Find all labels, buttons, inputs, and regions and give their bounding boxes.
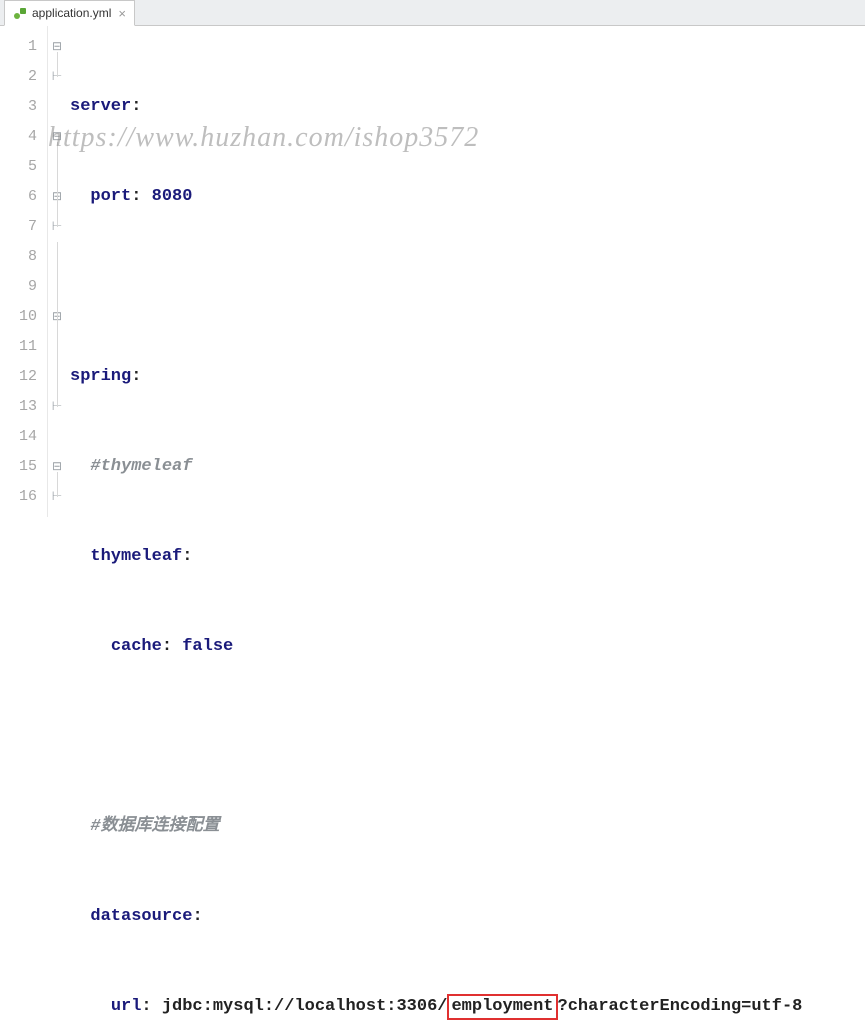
code-area[interactable]: server: port: 8080 spring: #thymeleaf th…	[66, 26, 865, 517]
fold-toggle-icon[interactable]: ⊟	[48, 32, 66, 62]
line-number: 12	[0, 362, 37, 392]
line-number: 7	[0, 212, 37, 242]
file-tab[interactable]: application.yml ×	[4, 0, 135, 26]
code-line[interactable]: cache: false	[70, 632, 865, 662]
yaml-key: datasource	[90, 907, 192, 926]
tab-bar: application.yml ×	[0, 0, 865, 26]
line-number: 11	[0, 332, 37, 362]
line-number: 14	[0, 422, 37, 452]
line-number: 8	[0, 242, 37, 272]
code-line[interactable]: #数据库连接配置	[70, 812, 865, 842]
code-line[interactable]: url: jdbc:mysql://localhost:3306/employm…	[70, 992, 865, 1022]
fold-end-icon: ⊢	[48, 482, 66, 512]
line-number-gutter: 1 2 3 4 5 6 7 8 9 10 11 12 13 14 15 16	[0, 26, 48, 517]
yaml-key: port	[90, 187, 131, 206]
line-number: 10	[0, 302, 37, 332]
code-line[interactable]: thymeleaf:	[70, 542, 865, 572]
yaml-key: server	[70, 97, 131, 116]
yaml-comment: #数据库连接配置	[90, 817, 219, 836]
yaml-key: cache	[111, 637, 162, 656]
yaml-key: spring	[70, 367, 131, 386]
fold-end-icon: ⊢	[48, 392, 66, 422]
line-number: 5	[0, 152, 37, 182]
code-line[interactable]: port: 8080	[70, 182, 865, 212]
code-line[interactable]: spring:	[70, 362, 865, 392]
line-number: 16	[0, 482, 37, 512]
fold-toggle-icon[interactable]: ⊟	[48, 302, 66, 332]
code-line[interactable]	[70, 272, 865, 302]
yaml-comment: #thymeleaf	[90, 457, 192, 476]
fold-end-icon: ⊢	[48, 62, 66, 92]
code-line[interactable]: datasource:	[70, 902, 865, 932]
line-number: 15	[0, 452, 37, 482]
code-editor[interactable]: https://www.huzhan.com/ishop3572 1 2 3 4…	[0, 26, 865, 517]
yaml-file-icon	[13, 6, 27, 20]
code-line[interactable]	[70, 722, 865, 752]
code-line[interactable]: #thymeleaf	[70, 452, 865, 482]
yaml-key: thymeleaf	[90, 547, 182, 566]
fold-gutter: ⊟ ⊢ ⊟ ⊟ ⊢ ⊟ ⊢ ⊟ ⊢	[48, 26, 66, 517]
line-number: 13	[0, 392, 37, 422]
yaml-value: false	[182, 637, 233, 656]
line-number: 6	[0, 182, 37, 212]
close-icon[interactable]: ×	[118, 6, 126, 21]
yaml-key: url	[111, 997, 142, 1016]
line-number: 3	[0, 92, 37, 122]
fold-toggle-icon[interactable]: ⊟	[48, 122, 66, 152]
fold-toggle-icon[interactable]: ⊟	[48, 452, 66, 482]
line-number: 2	[0, 62, 37, 92]
fold-toggle-icon[interactable]: ⊟	[48, 182, 66, 212]
yaml-value: 8080	[152, 187, 193, 206]
fold-end-icon: ⊢	[48, 212, 66, 242]
line-number: 4	[0, 122, 37, 152]
code-line[interactable]: server:	[70, 92, 865, 122]
line-number: 1	[0, 32, 37, 62]
tab-filename: application.yml	[32, 6, 111, 20]
highlighted-db-name: employment	[447, 994, 557, 1020]
line-number: 9	[0, 272, 37, 302]
